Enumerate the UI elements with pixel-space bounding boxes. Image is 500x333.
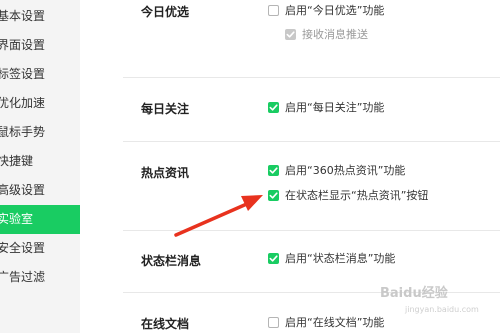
baidu-jingyan-watermark-url: jingyan.baidu.com	[405, 305, 479, 314]
baidu-jingyan-watermark: Baidu经验	[380, 286, 448, 301]
